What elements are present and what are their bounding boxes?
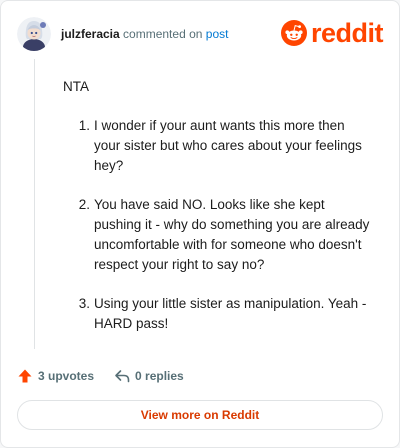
comment-body: NTA 1. I wonder if your aunt wants this … (63, 77, 373, 353)
list-text: Using your little sister as manipulation… (94, 296, 367, 331)
embedded-comment-card: julzferacia commented on post reddit NTA… (0, 0, 400, 448)
list-item: 3. Using your little sister as manipulat… (63, 294, 373, 334)
comment-footer: 3 upvotes 0 replies (17, 367, 184, 385)
list-text: You have said NO. Looks like she kept pu… (94, 197, 370, 272)
list-number: 1. (78, 118, 90, 133)
list-number: 3. (78, 296, 90, 311)
list-item: 2. You have said NO. Looks like she kept… (63, 195, 373, 275)
view-more-button[interactable]: View more on Reddit (17, 400, 383, 430)
comment-opening: NTA (63, 79, 89, 94)
comment-header: julzferacia commented on post reddit (17, 17, 384, 51)
list-text: I wonder if your aunt wants this more th… (94, 118, 362, 173)
replies-count: 0 replies (135, 369, 184, 383)
reddit-wordmark: reddit (310, 18, 384, 48)
avatar[interactable] (17, 17, 51, 51)
list-number: 2. (78, 197, 90, 212)
upvotes-count: 3 upvotes (38, 369, 95, 383)
upvotes-stat[interactable]: 3 upvotes (17, 368, 94, 384)
reddit-logo-icon (280, 20, 307, 46)
list-item: 1. I wonder if your aunt wants this more… (63, 116, 373, 176)
upvote-arrow-icon (18, 369, 32, 383)
reddit-logo[interactable]: reddit (280, 18, 384, 48)
post-link[interactable]: post (206, 27, 229, 41)
thread-line (34, 59, 35, 349)
comment-meta: julzferacia commented on post (61, 27, 228, 41)
username-link[interactable]: julzferacia (61, 27, 120, 41)
replies-stat[interactable]: 0 replies (114, 368, 184, 384)
commented-on-text: commented on (123, 27, 203, 41)
reply-arrow-icon (115, 370, 130, 383)
